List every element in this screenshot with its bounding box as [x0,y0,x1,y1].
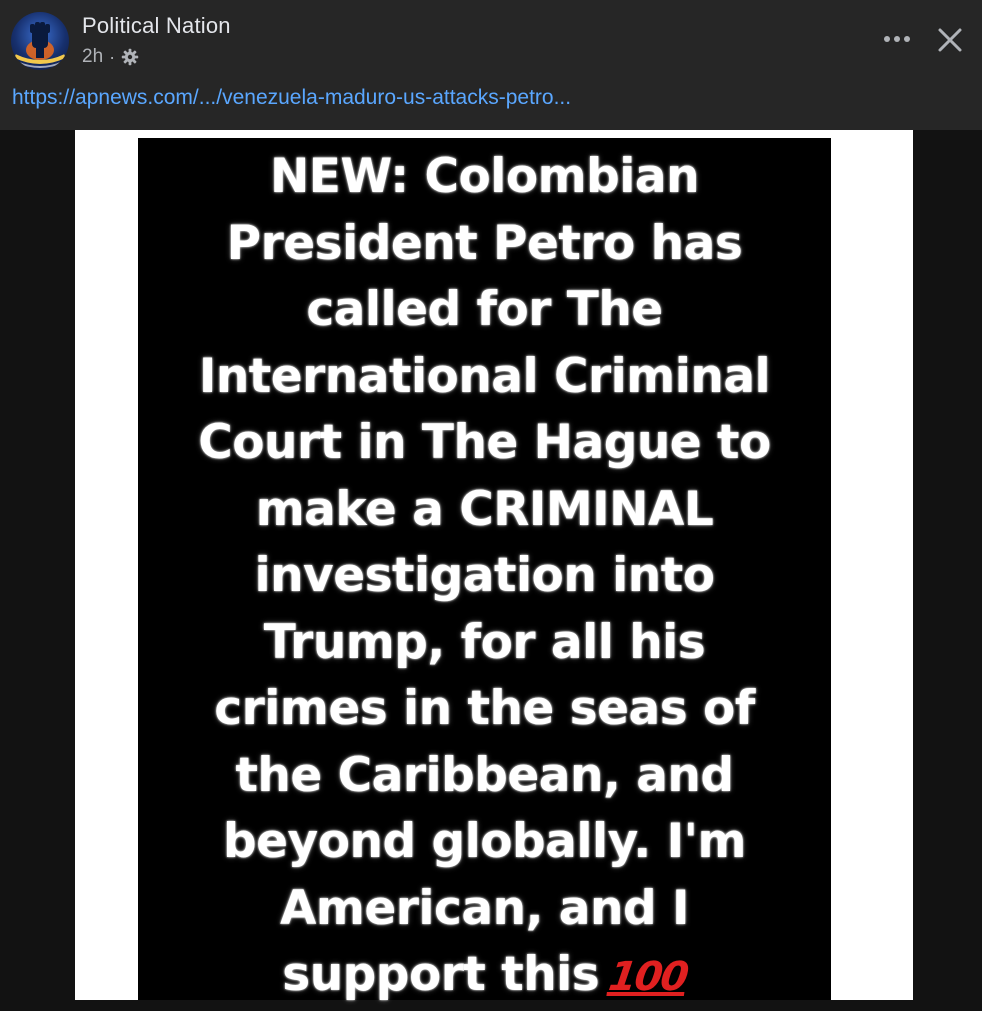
more-icon [884,36,910,42]
close-button[interactable] [932,22,968,58]
image-text-line: NEW: Colombian [269,149,700,204]
post-image[interactable]: NEW: Colombian President Petro has calle… [138,138,831,1002]
post-header: Political Nation 2h · https://apnews.com… [0,0,982,130]
image-text-line: the Caribbean, and [235,747,734,803]
close-icon [938,28,962,52]
more-options-button[interactable] [878,24,916,54]
image-text-line: International Criminal [198,348,771,404]
page-name[interactable]: Political Nation [82,13,231,39]
image-text-line: crimes in the seas of [214,681,755,736]
image-text-line: called for The [306,282,663,337]
image-text-line: support this [282,947,600,1002]
hundred-points-icon: 100 [606,954,691,1001]
article-link[interactable]: https://apnews.com/.../venezuela-maduro-… [12,86,571,110]
page-avatar[interactable] [11,12,69,70]
post-time[interactable]: 2h [82,46,103,68]
image-text: NEW: Colombian President Petro has calle… [138,144,831,1009]
gear-icon[interactable] [121,48,139,66]
image-text-last-line: support this 100 [138,942,831,1009]
image-text-line: make a CRIMINAL [255,481,714,537]
raised-fist-icon [14,22,66,68]
image-text-line: investigation into [254,548,715,603]
image-text-line: Court in The Hague to [198,415,771,470]
post-meta: 2h · [82,46,139,68]
image-text-line: beyond globally. I'm [223,814,746,869]
image-text-line: President Petro has [226,215,743,271]
image-text-line: American, and I [280,880,689,936]
image-text-line: Trump, for all his [263,614,706,670]
meta-separator: · [109,46,116,67]
